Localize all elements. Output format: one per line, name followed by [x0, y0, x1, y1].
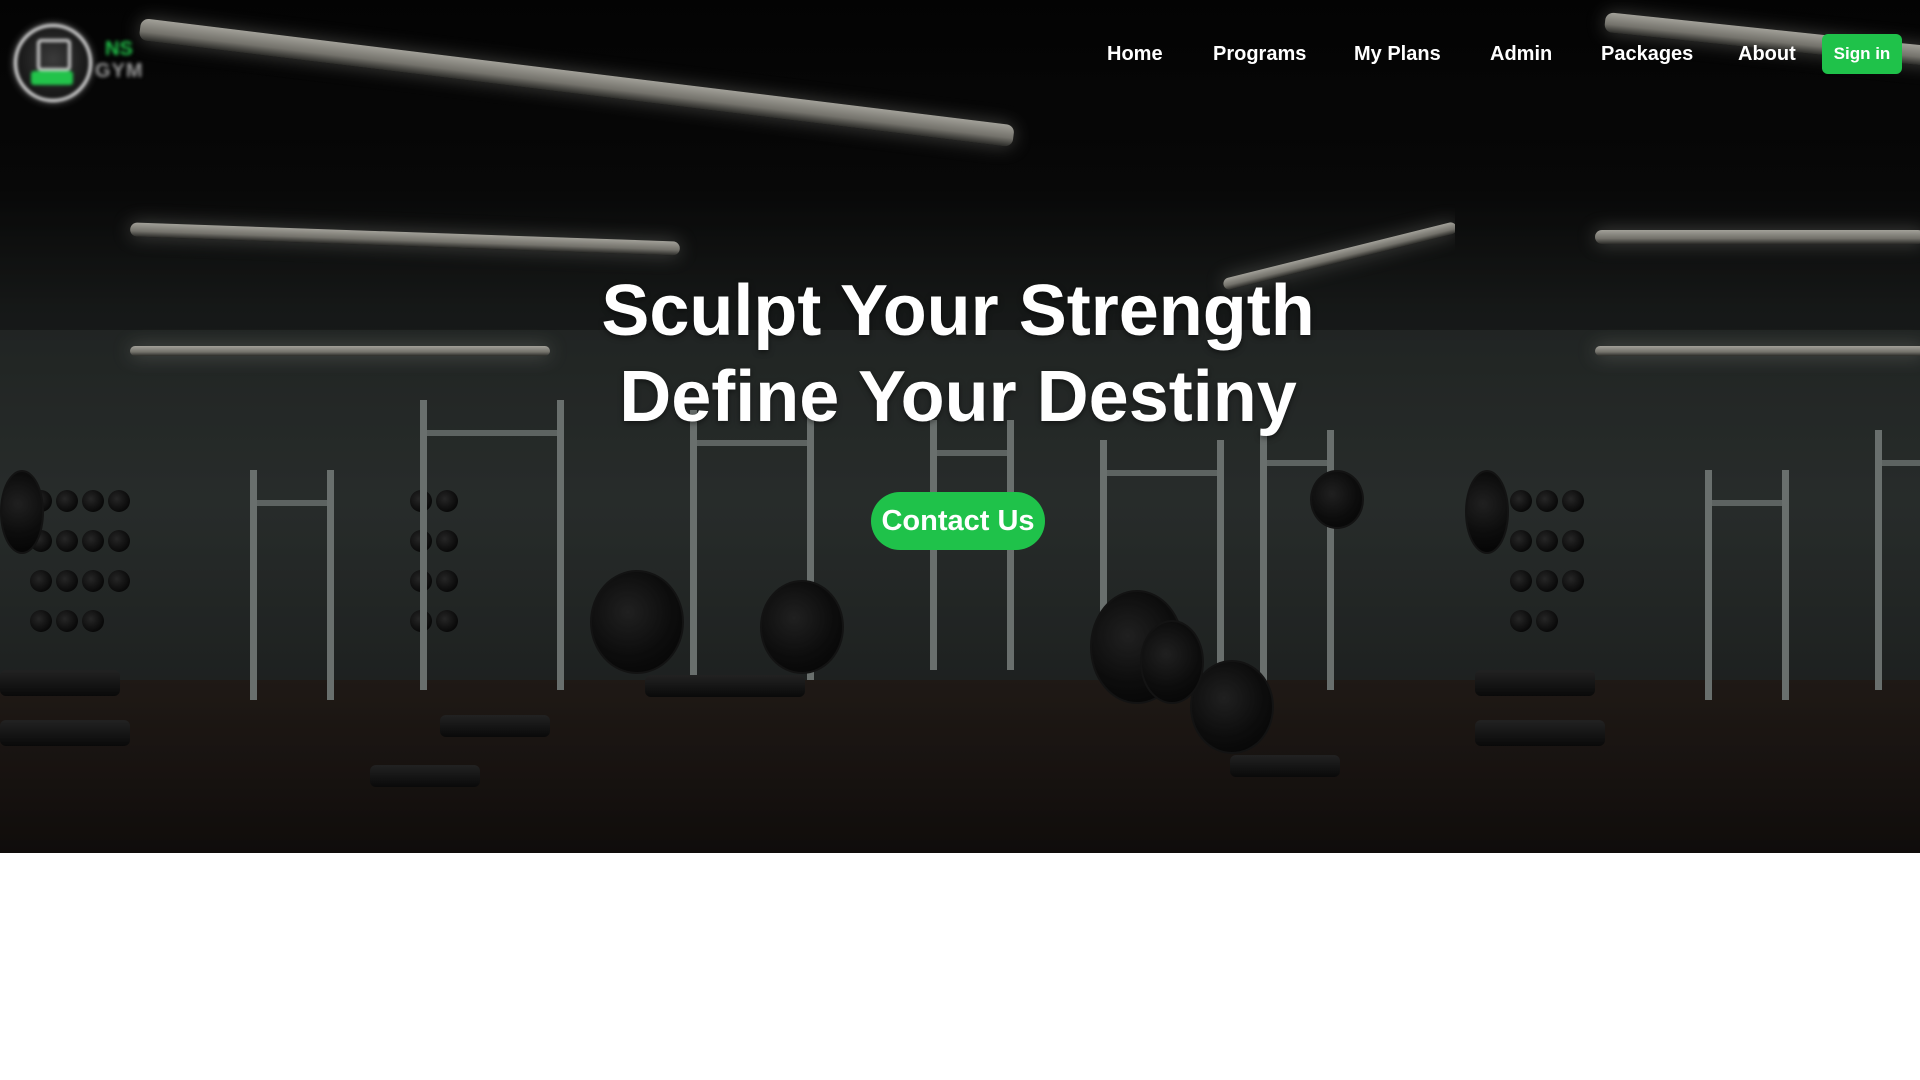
contact-us-button[interactable]: Contact Us [871, 492, 1045, 550]
nav-packages[interactable]: Packages [1601, 43, 1693, 66]
hero-headline-line-1: Sculpt Your Strength [601, 271, 1315, 351]
page-content-area [0, 853, 1920, 1080]
nav-programs[interactable]: Programs [1213, 43, 1306, 66]
sign-in-button[interactable]: Sign in [1822, 34, 1902, 74]
hero-section: NS GYM Home Programs My Plans Admin Pack… [0, 0, 1920, 853]
main-nav: Home Programs My Plans Admin Packages Ab… [0, 35, 1920, 75]
hero-headline-line-2: Define Your Destiny [619, 357, 1297, 437]
nav-home[interactable]: Home [1107, 43, 1163, 66]
hero-headline: Sculpt Your Strength Define Your Destiny [0, 268, 1916, 440]
nav-admin[interactable]: Admin [1490, 43, 1552, 66]
nav-about[interactable]: About [1738, 43, 1796, 66]
nav-my-plans[interactable]: My Plans [1354, 43, 1441, 66]
